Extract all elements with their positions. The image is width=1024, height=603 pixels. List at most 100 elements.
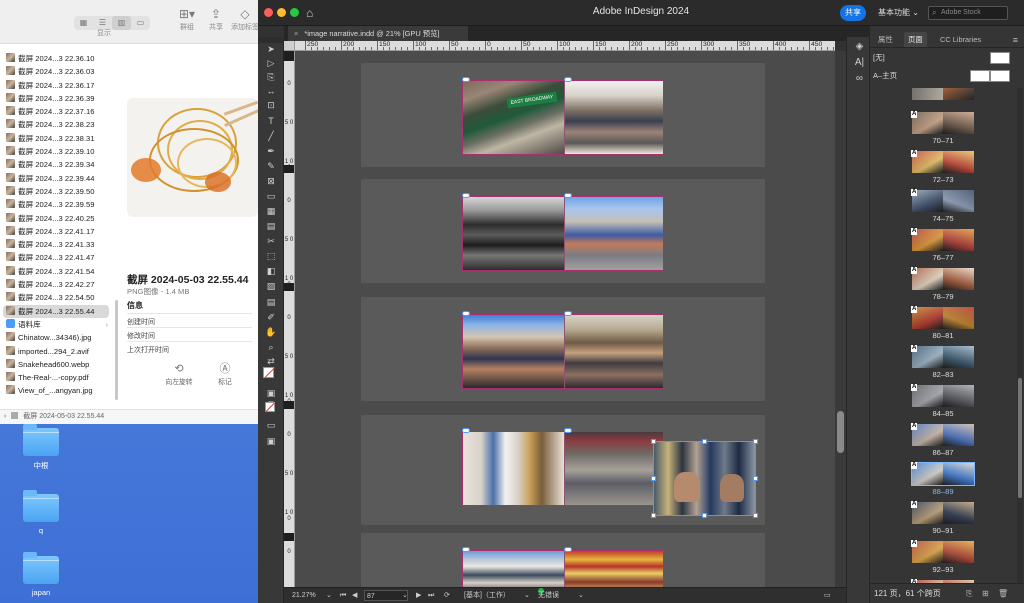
page-spread-thumbnail[interactable]: A [911, 501, 974, 524]
tab-pages[interactable]: 页面 [904, 32, 927, 47]
direct-selection-tool-icon[interactable]: ▷ [263, 57, 279, 69]
page-thumbnail[interactable]: A [911, 267, 943, 290]
file-item[interactable]: 截屏 2024...3 22.36.39 [0, 92, 112, 105]
page-spread-thumbnail[interactable]: A [911, 306, 974, 329]
file-item[interactable]: 截屏 2024...3 22.39.10 [0, 145, 112, 158]
prev-page-icon[interactable]: ◀ [352, 588, 357, 603]
page-thumbnail[interactable] [943, 346, 974, 368]
desktop-folder[interactable]: q [19, 490, 63, 535]
line-tool-icon[interactable]: ╱ [263, 130, 279, 142]
file-item[interactable]: 截屏 2024...3 22.37.16 [0, 105, 112, 118]
linked-frame-icon[interactable] [462, 428, 470, 433]
rectangle-frame-tool-icon[interactable]: ⊠ [263, 175, 279, 187]
file-item[interactable]: 截屏 2024...3 22.36.03 [0, 65, 112, 78]
selected-image-frame[interactable] [653, 441, 756, 516]
layers-icon[interactable]: ◈ [853, 41, 866, 52]
page-spread-thumbnail[interactable]: A [911, 540, 974, 563]
file-item[interactable]: 截屏 2024...3 22.41.47 [0, 251, 112, 264]
folder-item[interactable]: 语料库 › [0, 318, 112, 331]
page-thumbnail[interactable] [943, 151, 974, 173]
file-item[interactable]: imported...294_2.avif [0, 345, 112, 358]
adobe-stock-search-input[interactable]: ⌕ Adobe Stock [928, 6, 1008, 20]
page-spread-thumbnail[interactable] [912, 88, 974, 100]
linked-frame-icon[interactable] [564, 311, 572, 316]
zoom-level-field[interactable]: 21.27% [292, 588, 316, 603]
file-item[interactable]: 截屏 2024...3 22.41.17 [0, 225, 112, 238]
vertical-ruler[interactable]: 0 5 0 1 0 0 0 5 0 1 0 0 0 5 0 1 0 0 0 5 0 1 0 0 0 [284, 51, 295, 587]
eyedropper-tool-icon[interactable]: ✐ [263, 311, 279, 323]
gradient-swatch-tool-icon[interactable]: ◧ [263, 265, 279, 277]
preview-mode-icon[interactable]: ▣ [263, 435, 279, 447]
page-spread[interactable] [462, 314, 664, 389]
master-a-row[interactable]: A–主页 [870, 68, 1024, 84]
share-button[interactable]: 共享 [840, 5, 866, 21]
next-page-icon[interactable]: ▶ [416, 588, 421, 603]
close-tab-icon[interactable]: × [294, 29, 298, 38]
type-tool-icon[interactable]: T [263, 115, 279, 127]
panel-menu-icon[interactable]: ≡ [1013, 35, 1018, 45]
new-page-icon[interactable]: ⊞ [982, 584, 989, 603]
chevron-down-icon[interactable]: ⌄ [524, 588, 530, 603]
master-none-row[interactable]: [无] [870, 50, 1024, 66]
page-thumbnail[interactable] [943, 190, 974, 212]
swap-fill-stroke-icon[interactable]: ⇄ [263, 355, 279, 367]
refresh-icon[interactable]: ⟳ [444, 588, 450, 603]
page-thumbnail[interactable]: A [911, 150, 943, 173]
chevron-down-icon[interactable]: ⌄ [402, 588, 408, 603]
share-toolbar-button[interactable]: ⇪ 共享 [204, 6, 228, 34]
file-item[interactable]: Chinatow...34346).jpg [0, 331, 112, 344]
linked-frame-icon[interactable] [564, 77, 572, 82]
finder-scrollbar[interactable] [115, 300, 118, 400]
page-spread[interactable]: EAST BROADWAY [462, 80, 664, 155]
pages-thumbnail-list[interactable]: A 70–71 A 72–73 A 74–75 A 76–77 A 78–79 A 80–81 A 82–… [870, 88, 1016, 583]
content-collector-icon[interactable]: ⊡ [263, 99, 279, 111]
page-thumbnail[interactable]: A [911, 306, 943, 329]
page-tool-icon[interactable]: ⎘ [263, 71, 279, 83]
pen-tool-icon[interactable]: ✒ [263, 145, 279, 157]
file-item[interactable]: 截屏 2024...3 22.38.31 [0, 132, 112, 145]
file-item[interactable]: 截屏 2024...3 22.39.59 [0, 198, 112, 211]
delete-page-icon[interactable]: 🗑 [998, 584, 1008, 603]
desktop-folder[interactable]: japan [19, 552, 63, 597]
page-spread-thumbnail[interactable]: A [911, 228, 974, 251]
file-item[interactable]: 截屏 2024...3 22.41.54 [0, 265, 112, 278]
page-thumbnail[interactable]: A [911, 189, 943, 212]
page-spread-thumbnail[interactable]: A [911, 345, 974, 368]
gradient-feather-tool-icon[interactable]: ▨ [263, 280, 279, 292]
linked-frame-icon[interactable] [564, 428, 572, 433]
file-item[interactable]: 截屏 2024...3 22.39.50 [0, 185, 112, 198]
file-item[interactable]: 截屏 2024...3 22.39.34 [0, 158, 112, 171]
ruler-origin[interactable] [284, 41, 295, 51]
document-tab[interactable]: × *image narrative.indd @ 21% [GPU 预览] [288, 26, 468, 41]
linked-frame-icon[interactable] [462, 547, 470, 552]
canvas-vertical-scrollbar[interactable] [835, 51, 846, 587]
tab-properties[interactable]: 属性 [874, 32, 897, 47]
last-page-icon[interactable]: ⏭ [428, 588, 434, 603]
page-thumbnail[interactable]: A [911, 345, 943, 368]
first-page-icon[interactable]: ⏮ [340, 588, 346, 603]
page-thumbnail[interactable]: A [911, 501, 943, 524]
table-tool-icon[interactable]: ▦ [263, 205, 279, 217]
tab-cc-libraries[interactable]: CC Libraries [936, 32, 985, 47]
page-thumbnail[interactable] [943, 463, 974, 485]
resize-handle[interactable] [753, 476, 758, 481]
chevron-down-icon[interactable]: ⌄ [326, 588, 332, 603]
pencil-tool-icon[interactable]: ✎ [263, 160, 279, 172]
screen-mode-icon[interactable]: ▭ [263, 419, 279, 431]
character-styles-icon[interactable]: A| [853, 57, 866, 68]
page-thumbnail[interactable] [943, 268, 974, 290]
workspace-switcher[interactable]: 基本功能 ⌄ [878, 6, 919, 20]
page-thumbnail[interactable] [943, 385, 974, 407]
pages-scrollbar[interactable] [1017, 88, 1023, 583]
linked-frame-icon[interactable] [564, 193, 572, 198]
gap-tool-icon[interactable]: ↔ [263, 85, 279, 97]
resize-handle[interactable] [702, 513, 707, 518]
page-thumbnail[interactable]: A [911, 423, 943, 446]
file-item[interactable]: 截屏 2024...3 22.39.44 [0, 172, 112, 185]
file-item[interactable]: 截屏 2024...3 22.36.17 [0, 79, 112, 92]
resize-handle[interactable] [753, 439, 758, 444]
file-item[interactable]: 截屏 2024...3 22.55.44 [3, 304, 109, 318]
page-size-icon[interactable]: ⎘ [966, 584, 972, 603]
page-spread-thumbnail[interactable]: A [911, 150, 974, 173]
page-thumbnail[interactable] [943, 112, 974, 134]
